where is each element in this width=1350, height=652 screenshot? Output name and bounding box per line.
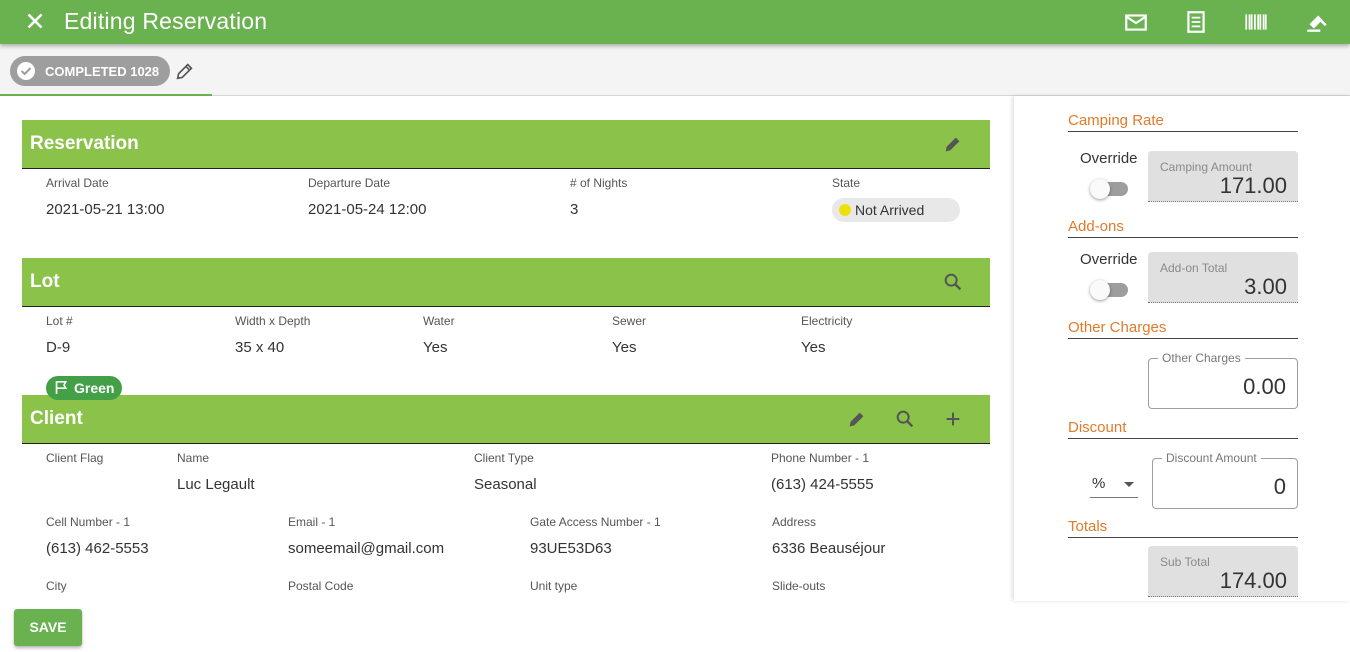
save-button[interactable]: SAVE: [14, 609, 82, 646]
status-tab-bar: COMPLETED 1028: [0, 44, 1350, 96]
receipt-icon[interactable]: [1183, 9, 1209, 35]
electricity-value: Yes: [801, 339, 826, 356]
edit-reservation-icon[interactable]: [942, 133, 964, 155]
email-value: someemail@gmail.com: [288, 540, 445, 557]
camping-amount-field[interactable]: Camping Amount 171.00: [1148, 151, 1298, 202]
email-icon[interactable]: [1123, 9, 1149, 35]
city-label: City: [46, 579, 67, 593]
status-chip-label: COMPLETED 1028: [45, 64, 160, 79]
edit-status-icon[interactable]: [174, 60, 196, 82]
client-type-label: Client Type: [474, 451, 534, 465]
addon-total-label: Add-on Total: [1160, 261, 1228, 275]
state-dot-icon: [839, 204, 851, 216]
toggle-knob: [1090, 280, 1110, 300]
client-title: Client: [30, 408, 83, 429]
client-flag-badge: Green: [46, 376, 122, 400]
lot-number-label: Lot #: [46, 314, 73, 328]
addons-override-label: Override: [1080, 251, 1138, 268]
reservation-card-header: Reservation: [22, 120, 990, 169]
discount-title: Discount: [1068, 419, 1298, 439]
lot-title: Lot: [30, 271, 60, 292]
discount-amount-field[interactable]: Discount Amount 0: [1152, 451, 1298, 509]
discount-type-value: %: [1092, 475, 1106, 492]
page-title: Editing Reservation: [64, 8, 268, 34]
departure-date-value: 2021-05-24 12:00: [308, 201, 427, 218]
electricity-label: Electricity: [801, 314, 853, 328]
search-client-icon[interactable]: [894, 408, 916, 430]
departure-date-label: Departure Date: [308, 176, 391, 190]
gavel-icon[interactable]: [1303, 9, 1329, 35]
reservation-title: Reservation: [30, 133, 139, 154]
other-charges-value: 0.00: [1243, 374, 1286, 399]
lot-size-label: Width x Depth: [235, 314, 311, 328]
address-label: Address: [772, 515, 817, 529]
slide-outs-label: Slide-outs: [772, 579, 826, 593]
arrival-date-label: Arrival Date: [46, 176, 109, 190]
lot-card-header: Lot: [22, 258, 990, 307]
other-charges-field[interactable]: Other Charges 0.00: [1148, 351, 1298, 409]
totals-panel[interactable]: Camping Rate Override Camping Amount 171…: [1014, 96, 1350, 601]
state-label: State: [832, 176, 861, 190]
email-label: Email - 1: [288, 515, 336, 529]
status-chip[interactable]: COMPLETED 1028: [10, 56, 170, 86]
gate-access-label: Gate Access Number - 1: [530, 515, 661, 529]
client-flag-value: Green: [74, 380, 115, 396]
discount-type-select[interactable]: %: [1090, 472, 1138, 498]
camping-amount-value: 171.00: [1219, 173, 1287, 198]
phone-label: Phone Number - 1: [771, 451, 870, 465]
sewer-value: Yes: [612, 339, 637, 356]
lot-number-value: D-9: [46, 339, 71, 356]
phone-value: (613) 424-5555: [771, 476, 874, 493]
sub-total-value: 174.00: [1219, 568, 1287, 593]
check-circle-icon: [17, 62, 35, 80]
client-name-label: Name: [177, 451, 210, 465]
arrival-date-value: 2021-05-21 13:00: [46, 201, 165, 218]
dropdown-arrow-icon: [1124, 482, 1134, 487]
client-card-header: Client: [22, 395, 990, 444]
search-lot-icon[interactable]: [942, 271, 964, 293]
edit-client-icon[interactable]: [846, 408, 868, 430]
app-bar: Editing Reservation: [0, 0, 1350, 44]
toggle-knob: [1090, 179, 1110, 199]
client-type-value: Seasonal: [474, 476, 537, 493]
discount-amount-value: 0: [1273, 474, 1286, 499]
close-icon[interactable]: [22, 8, 48, 34]
address-value: 6336 Beauséjour: [772, 540, 886, 557]
camping-rate-title: Camping Rate: [1068, 112, 1298, 132]
totals-title: Totals: [1068, 518, 1298, 538]
add-client-icon[interactable]: [942, 408, 964, 430]
main-content[interactable]: Reservation Arrival Date 2021-05-21 13:0…: [0, 96, 1014, 601]
client-name-value: Luc Legault: [177, 476, 255, 493]
flag-icon: [55, 381, 68, 394]
cell-value: (613) 462-5553: [46, 540, 149, 557]
barcode-icon[interactable]: [1243, 9, 1269, 35]
cell-label: Cell Number - 1: [46, 515, 131, 529]
water-label: Water: [423, 314, 455, 328]
nights-label: # of Nights: [570, 176, 628, 190]
other-charges-label: Other Charges: [1158, 351, 1245, 365]
client-flag-label: Client Flag: [46, 451, 104, 465]
unit-type-label: Unit type: [530, 579, 578, 593]
state-value: Not Arrived: [855, 202, 925, 218]
sewer-label: Sewer: [612, 314, 647, 328]
postal-code-label: Postal Code: [288, 579, 354, 593]
state-badge: Not Arrived: [832, 198, 960, 222]
discount-amount-label: Discount Amount: [1162, 451, 1261, 465]
camping-amount-label: Camping Amount: [1160, 160, 1253, 174]
sub-total-label: Sub Total: [1160, 555, 1210, 569]
nights-value: 3: [570, 201, 579, 218]
addons-title: Add-ons: [1068, 218, 1298, 238]
sub-total-field: Sub Total 174.00: [1148, 546, 1298, 597]
lot-size-value: 35 x 40: [235, 339, 285, 356]
addon-total-value: 3.00: [1244, 274, 1287, 299]
camping-override-toggle[interactable]: [1090, 179, 1128, 199]
other-charges-title: Other Charges: [1068, 319, 1298, 339]
water-value: Yes: [423, 339, 448, 356]
addons-override-toggle[interactable]: [1090, 280, 1128, 300]
gate-access-value: 93UE53D63: [530, 540, 612, 557]
addon-total-field[interactable]: Add-on Total 3.00: [1148, 252, 1298, 303]
camping-override-label: Override: [1080, 150, 1138, 167]
